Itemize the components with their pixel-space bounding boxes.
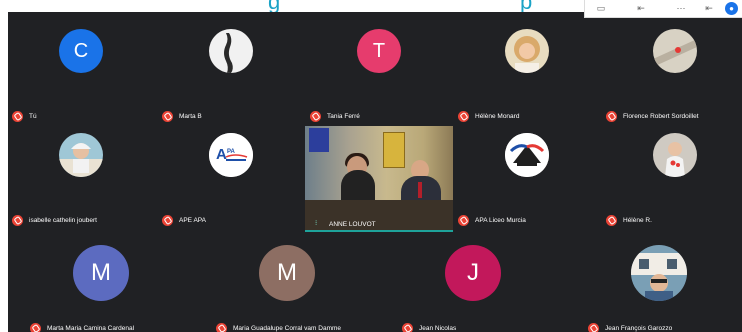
avatar-photo xyxy=(209,29,253,73)
avatar: J xyxy=(445,245,501,301)
mic-off-icon xyxy=(216,322,227,332)
video-poster xyxy=(383,132,405,168)
video-flag xyxy=(309,128,329,152)
title-fragment-right: p xyxy=(520,0,533,12)
avatar xyxy=(653,29,697,73)
participant-tile[interactable]: Marta B xyxy=(158,12,304,122)
avatar-initial: C xyxy=(73,39,89,62)
avatar xyxy=(209,29,253,73)
participant-name: Marta Maria Camina Cardenal xyxy=(47,324,135,332)
avatar xyxy=(631,245,687,301)
title-fragment-left: g xyxy=(268,0,281,12)
window-controls-panel: ▭ ⇤ ⋯ ⇤ ● xyxy=(584,0,742,18)
participant-name-tag: Maria Guadalupe Corral vam Damme xyxy=(216,322,341,332)
participant-tile[interactable]: C Tú xyxy=(8,12,154,122)
second-person-tie xyxy=(418,182,422,198)
avatar-photo xyxy=(653,133,697,177)
avatar xyxy=(505,133,549,177)
back-icon[interactable]: ⇤ xyxy=(635,3,647,13)
participant-tile[interactable]: T Tania Ferré xyxy=(306,12,452,122)
participant-name: Jean Nicolas xyxy=(419,324,457,332)
mic-off-icon xyxy=(12,214,23,226)
avatar-initial: J xyxy=(467,259,479,286)
apa-logo: A PA xyxy=(209,133,253,177)
account-icon[interactable]: ● xyxy=(725,2,738,15)
participant-name: Jean François Garozzo xyxy=(605,324,673,332)
avatar: A PA xyxy=(209,133,253,177)
participant-tile[interactable]: Hélène Monard xyxy=(454,12,600,122)
participant-name-tag: Tania Ferré xyxy=(310,110,360,122)
active-speaker-video[interactable]: ⁝ ANNE LOUVOT xyxy=(305,126,453,232)
mic-off-icon xyxy=(30,322,41,332)
participant-tile[interactable]: J Jean Nicolas xyxy=(398,220,548,332)
participant-name: Tania Ferré xyxy=(327,112,360,120)
avatar: M xyxy=(73,245,129,301)
participant-tile[interactable]: M Maria Guadalupe Corral vam Damme xyxy=(212,220,362,332)
avatar xyxy=(505,29,549,73)
participant-name-tag: Jean Nicolas xyxy=(402,322,456,332)
participant-tile[interactable]: M Marta Maria Camina Cardenal xyxy=(26,220,176,332)
mic-off-icon xyxy=(402,322,413,332)
participant-tile[interactable]: Hélène R. xyxy=(602,116,742,226)
participant-tile[interactable]: A PA APE APA xyxy=(158,116,304,226)
avatar-initial: M xyxy=(277,259,297,286)
participant-tile[interactable]: isabelle cathelin joubert xyxy=(8,116,154,226)
participant-tile[interactable]: APA Liceo Murcia xyxy=(454,116,600,226)
mic-off-icon xyxy=(588,322,599,332)
participant-grid: C Tú Marta B T Tania Ferré Hélène Monard… xyxy=(8,12,742,332)
avatar: T xyxy=(357,29,401,73)
apa-liceo-logo xyxy=(505,133,549,177)
participant-name: APE APA xyxy=(179,216,206,224)
avatar-photo xyxy=(59,133,103,177)
avatar-photo xyxy=(631,245,687,301)
participant-name-tag: Jean François Garozzo xyxy=(588,322,672,332)
more-icon[interactable]: ⋯ xyxy=(675,3,687,13)
participant-tile[interactable]: Florence Robert Sordoillet xyxy=(602,12,742,122)
pip-icon[interactable]: ▭ xyxy=(595,3,607,13)
avatar-photo xyxy=(505,29,549,73)
participant-name-tag: Marta Maria Camina Cardenal xyxy=(30,322,134,332)
avatar-initial: T xyxy=(372,39,386,62)
mic-off-icon xyxy=(310,110,321,122)
participant-name: Maria Guadalupe Corral vam Damme xyxy=(233,324,342,332)
logo-letter: A xyxy=(216,146,227,163)
participant-tile[interactable]: Jean François Garozzo xyxy=(584,220,734,332)
avatar: C xyxy=(59,29,103,73)
avatar: M xyxy=(259,245,315,301)
collapse-icon[interactable]: ⇤ xyxy=(703,3,715,13)
avatar-initial: M xyxy=(91,259,111,286)
avatar xyxy=(653,133,697,177)
logo-letters: PA xyxy=(227,149,236,155)
avatar-photo xyxy=(653,29,697,73)
avatar xyxy=(59,133,103,177)
